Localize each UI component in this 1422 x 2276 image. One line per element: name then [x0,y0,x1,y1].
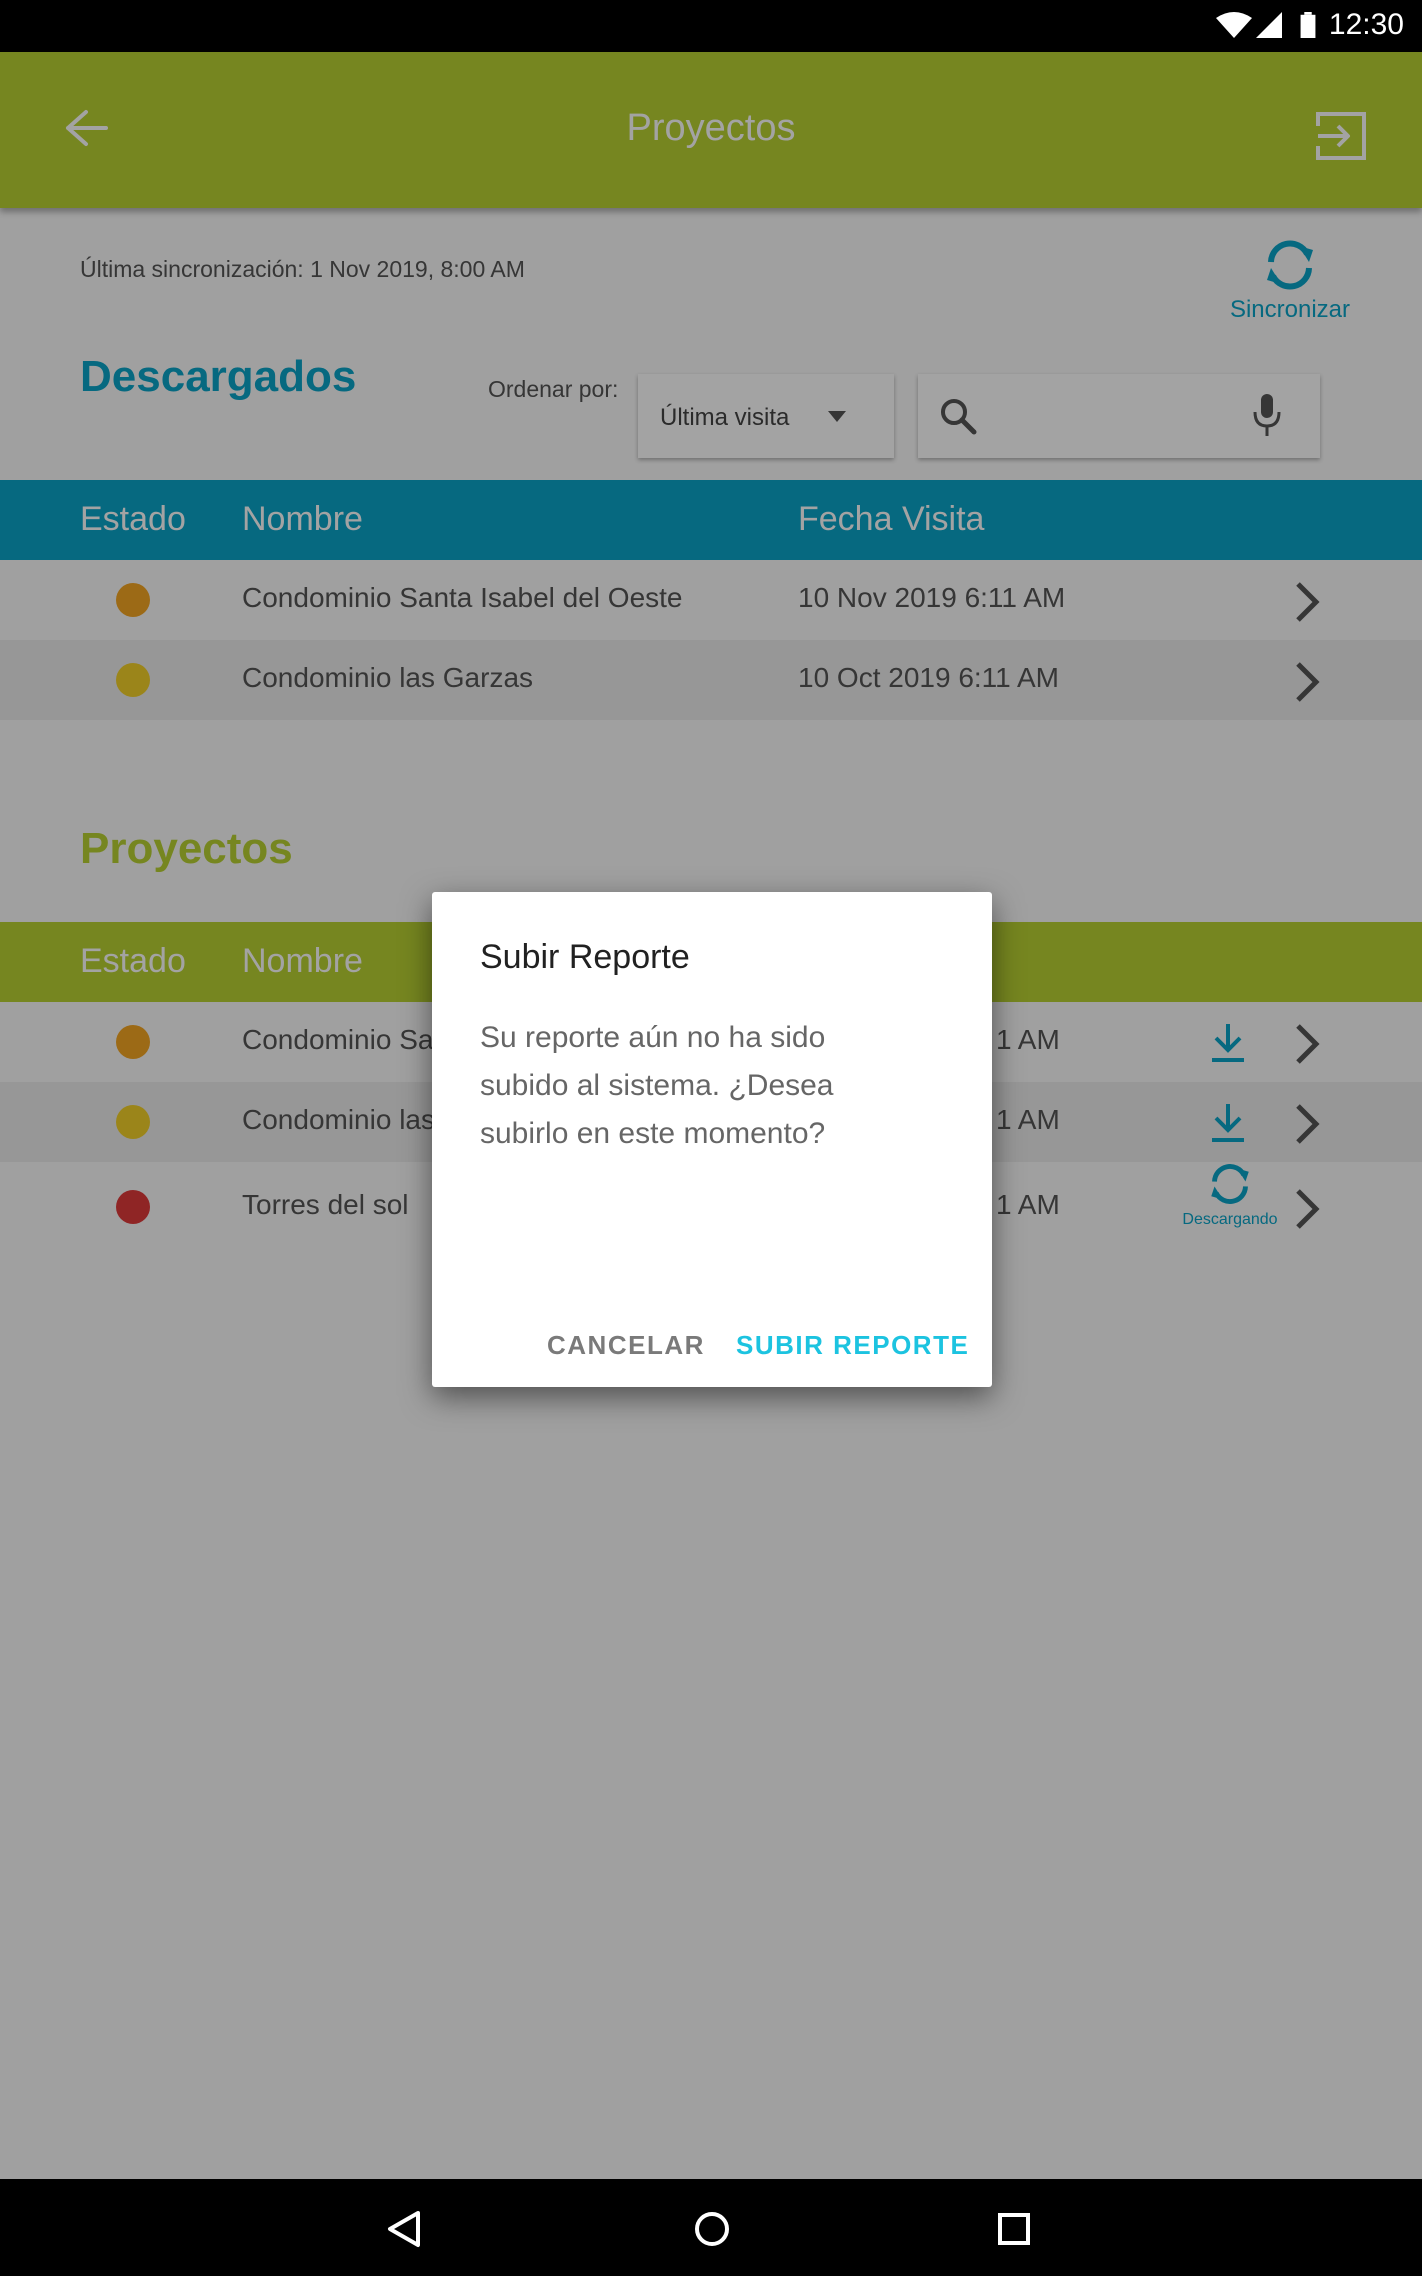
nav-back-icon[interactable] [386,2209,422,2249]
system-nav-bar [0,2179,1422,2276]
cancel-button[interactable]: CANCELAR [547,1330,705,1361]
battery-icon [1300,12,1316,38]
clock: 12:30 [1328,8,1404,41]
nav-home-icon[interactable] [692,2209,732,2249]
upload-report-dialog: Subir Reporte Su reporte aún no ha sido … [432,892,992,1387]
wifi-icon [1216,12,1252,38]
cell-signal-icon [1256,12,1282,38]
dialog-title: Subir Reporte [480,938,690,976]
upload-report-button[interactable]: SUBIR REPORTE [736,1330,969,1361]
nav-recents-icon[interactable] [996,2211,1032,2247]
status-bar: 12:30 [0,0,1422,52]
app-screen: Proyectos Última sincronización: 1 Nov 2… [0,52,1422,2179]
dialog-message: Su reporte aún no ha sido subido al sist… [480,1021,834,1150]
